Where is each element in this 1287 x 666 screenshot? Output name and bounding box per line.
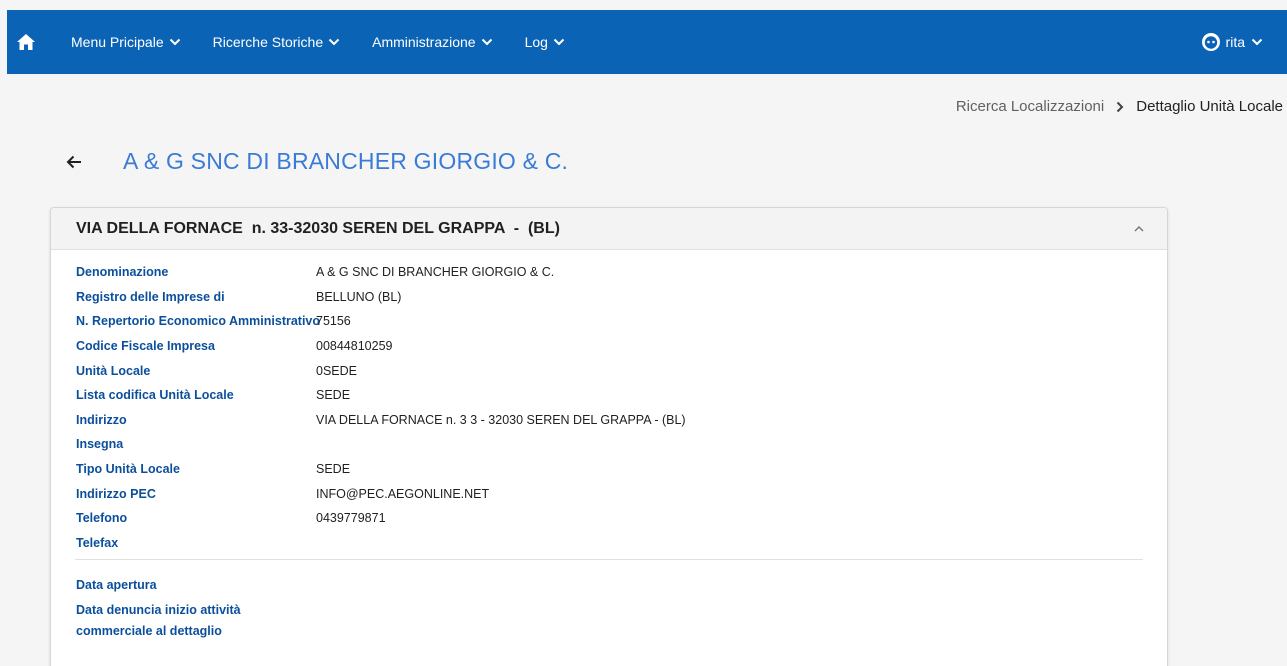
menu-ricerche-storiche-label: Ricerche Storiche [212, 34, 324, 50]
field-label: Tipo Unità Locale [76, 462, 180, 477]
field-label: Unità Locale [76, 363, 151, 378]
home-button[interactable] [7, 10, 45, 74]
chevron-down-icon [169, 38, 180, 46]
field-row: Unità Locale 0SEDE [51, 358, 1167, 383]
menu-ricerche-storiche[interactable]: Ricerche Storiche [197, 10, 357, 74]
field-label: Telefax [76, 535, 119, 550]
field-row: Data denuncia inizio attività commercial… [51, 600, 1167, 642]
field-row: Registro delle Imprese di BELLUNO (BL) [51, 285, 1167, 310]
section-divider [75, 559, 1143, 561]
field-value: 0439779871 [316, 511, 386, 526]
field-value: BELLUNO (BL) [316, 289, 402, 304]
field-row: N. Repertorio Economico Amministrativo 75… [51, 309, 1167, 334]
breadcrumb: Ricerca Localizzazioni Dettaglio Unità L… [956, 98, 1283, 115]
field-label: Data apertura [76, 578, 157, 593]
back-button[interactable] [62, 150, 86, 174]
chevron-down-icon [328, 38, 340, 46]
field-label: N. Repertorio Economico Amministrativo [76, 314, 321, 329]
breadcrumb-current: Dettaglio Unità Locale [1136, 98, 1283, 115]
chevron-down-icon [553, 38, 565, 46]
page-title: A & G SNC DI BRANCHER GIORGIO & C. [123, 148, 569, 174]
field-row: Indirizzo PEC INFO@PEC.AEGONLINE.NET [51, 481, 1167, 506]
user-face-icon [1201, 33, 1220, 51]
field-row: Lista codifica Unità Locale SEDE [51, 383, 1167, 408]
menu-log-label: Log [524, 34, 548, 50]
menu-amministrazione-label: Amministrazione [372, 34, 476, 50]
field-label: Codice Fiscale Impresa [76, 339, 215, 354]
card-header[interactable]: VIA DELLA FORNACE n. 33-32030 SEREN DEL … [51, 208, 1167, 250]
user-menu[interactable]: rita [1201, 32, 1287, 52]
field-value: INFO@PEC.AEGONLINE.NET [316, 486, 490, 501]
arrow-left-icon [66, 155, 81, 168]
field-row: Tipo Unità Locale SEDE [51, 457, 1167, 482]
top-navigation-bar: Menu Pricipale Ricerche Storiche Amminis… [7, 10, 1287, 74]
chevron-down-icon [481, 38, 492, 46]
home-icon [17, 34, 35, 50]
field-row: Telefono 0439779871 [51, 506, 1167, 531]
field-row: Telefax [51, 531, 1167, 556]
local-unit-card: VIA DELLA FORNACE n. 33-32030 SEREN DEL … [50, 207, 1168, 666]
field-row: Denominazione A & G SNC DI BRANCHER GIORG… [51, 260, 1167, 285]
field-label: Indirizzo [76, 412, 127, 427]
detail-fields: Denominazione A & G SNC DI BRANCHER GIORG… [51, 250, 1167, 642]
field-row: Indirizzo VIA DELLA FORNACE n. 3 3 - 3203… [51, 408, 1167, 433]
menu-principale[interactable]: Menu Pricipale [55, 10, 197, 74]
field-value: 75156 [316, 314, 351, 329]
field-row: Data apertura [51, 573, 1167, 598]
field-row: Codice Fiscale Impresa 00844810259 [51, 334, 1167, 359]
page-header: A & G SNC DI BRANCHER GIORGIO & C. [62, 148, 568, 175]
chevron-down-icon [1251, 38, 1263, 46]
menu-amministrazione[interactable]: Amministrazione [356, 10, 508, 74]
field-value: SEDE [316, 462, 351, 477]
chevron-right-icon [1116, 101, 1124, 113]
menu-principale-label: Menu Pricipale [71, 34, 164, 50]
field-value: A & G SNC DI BRANCHER GIORGIO & C. [316, 265, 555, 280]
breadcrumb-ricerca-localizzazioni[interactable]: Ricerca Localizzazioni [956, 98, 1104, 115]
field-label: Data denuncia inizio attività commercial… [76, 602, 241, 638]
field-label: Insegna [76, 437, 124, 452]
chevron-up-icon[interactable] [1133, 225, 1145, 233]
card-header-title: VIA DELLA FORNACE n. 33-32030 SEREN DEL … [76, 219, 560, 237]
field-label: Denominazione [76, 265, 169, 280]
field-label: Lista codifica Unità Locale [76, 388, 234, 403]
menu-log[interactable]: Log [509, 10, 581, 74]
user-name: rita [1225, 34, 1245, 50]
field-row: Insegna [51, 432, 1167, 457]
field-label: Registro delle Imprese di [76, 289, 225, 304]
field-value: VIA DELLA FORNACE n. 3 3 - 32030 SEREN D… [316, 412, 686, 427]
field-label: Telefono [76, 511, 128, 526]
field-value: 0SEDE [316, 363, 357, 378]
field-label: Indirizzo PEC [76, 486, 156, 501]
field-value: SEDE [316, 388, 351, 403]
field-value: 00844810259 [316, 339, 393, 354]
